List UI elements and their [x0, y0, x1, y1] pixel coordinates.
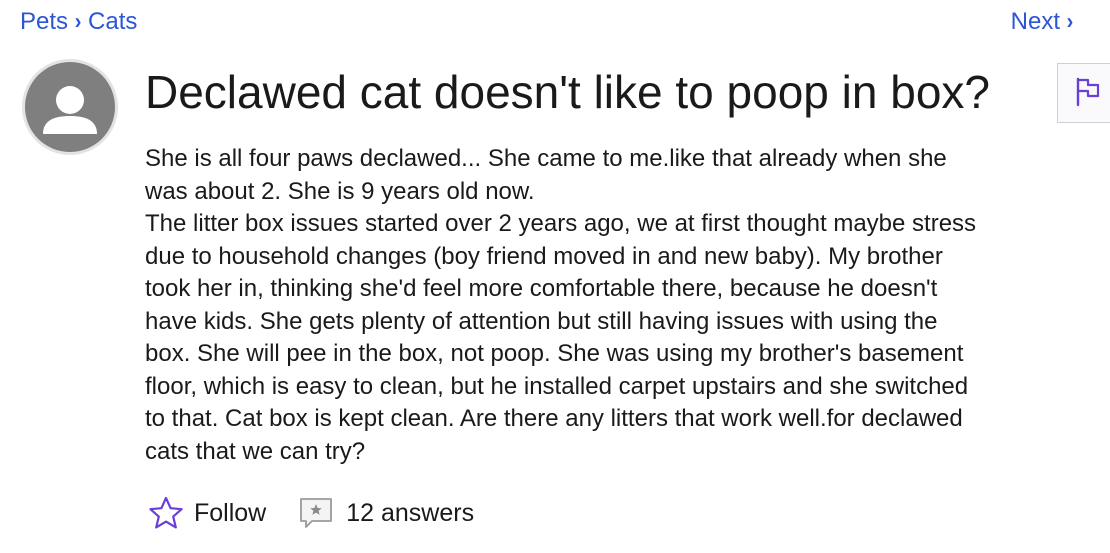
star-outline-icon — [149, 496, 183, 529]
next-link-label: Next — [1010, 8, 1060, 35]
breadcrumb-item-pets[interactable]: Pets — [20, 8, 68, 36]
chevron-right-icon: › — [1066, 9, 1074, 34]
comment-star-icon — [300, 498, 333, 528]
avatar[interactable] — [25, 62, 115, 152]
question-body-line: box. She will pee in the box, not poop. … — [145, 340, 964, 367]
question-body-line: cats that we can try? — [145, 437, 366, 465]
question-body-line: due to household changes (boy friend mov… — [145, 242, 943, 270]
answers-count-label: 12 answers — [346, 498, 475, 527]
question-body: She is all four paws declawed... She cam… — [145, 143, 1080, 468]
question-body-line: The litter box issues started over 2 yea… — [145, 210, 977, 237]
breadcrumb: Pets › Cats — [20, 8, 137, 36]
chevron-right-icon: › — [74, 9, 82, 34]
flag-icon — [1076, 77, 1100, 107]
question-body-line: floor, which is easy to clean, but he in… — [145, 372, 969, 400]
question-body-line: to that. Cat box is kept clean. Are ther… — [145, 405, 963, 432]
question-title: Declawed cat doesn't like to poop in box… — [145, 66, 990, 118]
flag-button[interactable] — [1057, 63, 1110, 123]
question-body-line: took her in, thinking she'd feel more co… — [145, 275, 938, 302]
question-actions: Follow 12 answers — [148, 496, 474, 530]
follow-label: Follow — [194, 498, 267, 527]
answers-button[interactable]: 12 answers — [298, 496, 474, 530]
breadcrumb-item-cats[interactable]: Cats — [88, 8, 137, 36]
next-link[interactable]: Next › — [1011, 8, 1080, 36]
follow-button[interactable]: Follow — [148, 496, 266, 530]
question-body-line: have kids. She gets plenty of attention … — [145, 307, 938, 335]
default-user-avatar-icon — [43, 86, 97, 134]
question-body-line: She is all four paws declawed... She cam… — [145, 145, 947, 172]
question-body-line: was about 2. She is 9 years old now. — [145, 177, 535, 205]
